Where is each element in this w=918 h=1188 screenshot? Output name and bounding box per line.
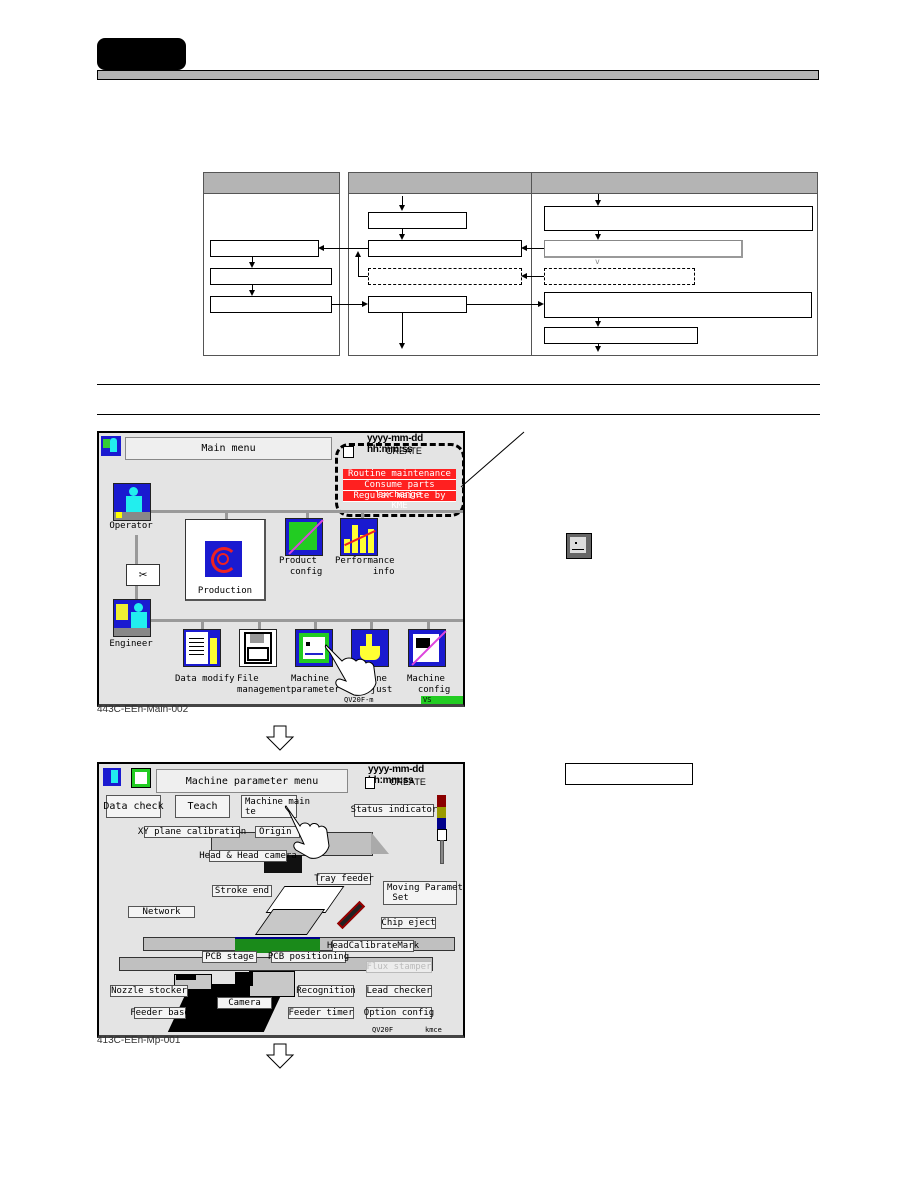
- network-button[interactable]: Network: [128, 906, 195, 918]
- data-modify-label: Data modify: [175, 674, 235, 684]
- flow-column-heading: [532, 173, 817, 194]
- production-button[interactable]: Production: [185, 519, 266, 601]
- highlight-callout: [335, 443, 463, 517]
- camera-button[interactable]: Camera: [217, 997, 272, 1009]
- switch-mode-scissors-icon[interactable]: ✂: [126, 564, 160, 586]
- callout-line: [460, 431, 525, 488]
- flow-column-heading: [349, 173, 532, 194]
- license-badge: VS License: [421, 696, 463, 704]
- product-config-icon[interactable]: [285, 518, 324, 556]
- operator-label: Operator: [109, 521, 153, 531]
- engineer-icon[interactable]: [113, 599, 151, 637]
- user-mode-icon[interactable]: [101, 436, 121, 456]
- section-header-bar: [97, 70, 819, 80]
- nozzle-stocker-button[interactable]: Nozzle stocker: [110, 985, 188, 997]
- feeder-timer-button[interactable]: Feeder timer: [288, 1007, 354, 1019]
- feeder-base-button[interactable]: Feeder base: [130, 1007, 190, 1019]
- machine-config-label: Machine config: [407, 674, 451, 695]
- flow-column-heading: [204, 173, 339, 194]
- operator-icon[interactable]: [113, 483, 151, 521]
- flow-box-optional: [368, 268, 522, 285]
- flow-box: [368, 296, 467, 313]
- user-label: kmce: [425, 1026, 442, 1034]
- file-management-icon[interactable]: [239, 629, 277, 667]
- model-label: QV20F-m: [344, 696, 374, 704]
- xy-plane-calibration-button[interactable]: XY plane calibration: [138, 826, 246, 838]
- performance-info-label: Performance info: [335, 556, 395, 577]
- head-camera-button[interactable]: Head & Head camera: [199, 850, 297, 862]
- machine-parameter-small-icon: [566, 533, 592, 559]
- camera-housing: [249, 971, 295, 997]
- screen-title: Machine parameter menu: [156, 769, 348, 793]
- option-config-button[interactable]: Option config: [364, 1007, 434, 1019]
- machine-parameter-menu-screen: Machine parameter menu yyyy-mm-dd hh:mm:…: [97, 762, 465, 1038]
- pcb-stage-button[interactable]: PCB stage: [202, 951, 257, 963]
- model-label: QV20F: [372, 1026, 394, 1034]
- machine-mainte-reference-box: [565, 763, 693, 785]
- flow-column-2: [348, 172, 533, 356]
- production-icon: [205, 541, 242, 577]
- flow-box-optional: [544, 268, 695, 285]
- stroke-end-button[interactable]: Stroke end: [212, 885, 272, 897]
- flux-stamper-button[interactable]: Flux stamper: [366, 961, 432, 973]
- figure-caption: 443C-EEn-Main-002: [97, 704, 189, 715]
- flow-box: [544, 327, 698, 344]
- pointing-hand-icon: [324, 644, 377, 696]
- engineer-label: Engineer: [109, 639, 153, 649]
- document-icon: [365, 777, 375, 789]
- lead-checker-button[interactable]: Lead checker: [366, 985, 432, 997]
- production-label: Production: [197, 586, 253, 596]
- flow-box: [368, 212, 467, 229]
- status-light-yellow: [437, 807, 446, 818]
- main-menu-screen: Main menu yyyy-mm-dd hh:mm:ss CREATE Rou…: [97, 431, 465, 707]
- chip-eject-button[interactable]: Chip eject: [381, 917, 436, 929]
- flow-box: [544, 206, 813, 231]
- divider: [97, 384, 820, 385]
- tray-feeder-button[interactable]: Tray feeder: [314, 873, 374, 885]
- flow-box: [210, 268, 332, 285]
- performance-info-icon[interactable]: [340, 518, 378, 556]
- engineer-mode-icon[interactable]: [103, 768, 121, 786]
- flow-box: [544, 292, 812, 318]
- file-management-label: File management: [237, 674, 292, 695]
- recognition-button[interactable]: Recognition: [296, 985, 356, 997]
- down-arrow-icon: [265, 1043, 295, 1069]
- flow-box: [368, 240, 522, 257]
- figure-caption: 413C-EEn-Mp-001: [97, 1035, 181, 1046]
- machine-parameter-mode-icon[interactable]: [131, 768, 151, 788]
- down-arrow-icon: [265, 725, 295, 751]
- screen-title: Main menu: [125, 437, 332, 460]
- machine-config-icon[interactable]: [408, 629, 447, 667]
- mode-label: CREATE: [390, 777, 426, 787]
- pcb-positioning-button[interactable]: PCB positioning: [268, 951, 349, 963]
- teach-button[interactable]: Teach: [175, 795, 230, 818]
- data-modify-icon[interactable]: [183, 629, 221, 667]
- flow-box: [544, 240, 743, 258]
- chip-eject-part: [336, 900, 366, 930]
- data-check-button[interactable]: Data check: [103, 795, 164, 818]
- section-tab: [97, 38, 186, 70]
- flow-box: [210, 240, 319, 257]
- moving-parameter-set-button[interactable]: Moving Parameter Set: [383, 881, 463, 905]
- status-light-red: [437, 795, 446, 807]
- product-config-label: Product config: [279, 556, 323, 577]
- divider: [97, 414, 820, 415]
- status-light-blue: [437, 818, 446, 829]
- flow-column-1: [203, 172, 340, 356]
- pointing-hand-icon: [284, 805, 330, 859]
- flow-box: [210, 296, 332, 313]
- status-indicator-button[interactable]: Status indicator: [351, 804, 437, 817]
